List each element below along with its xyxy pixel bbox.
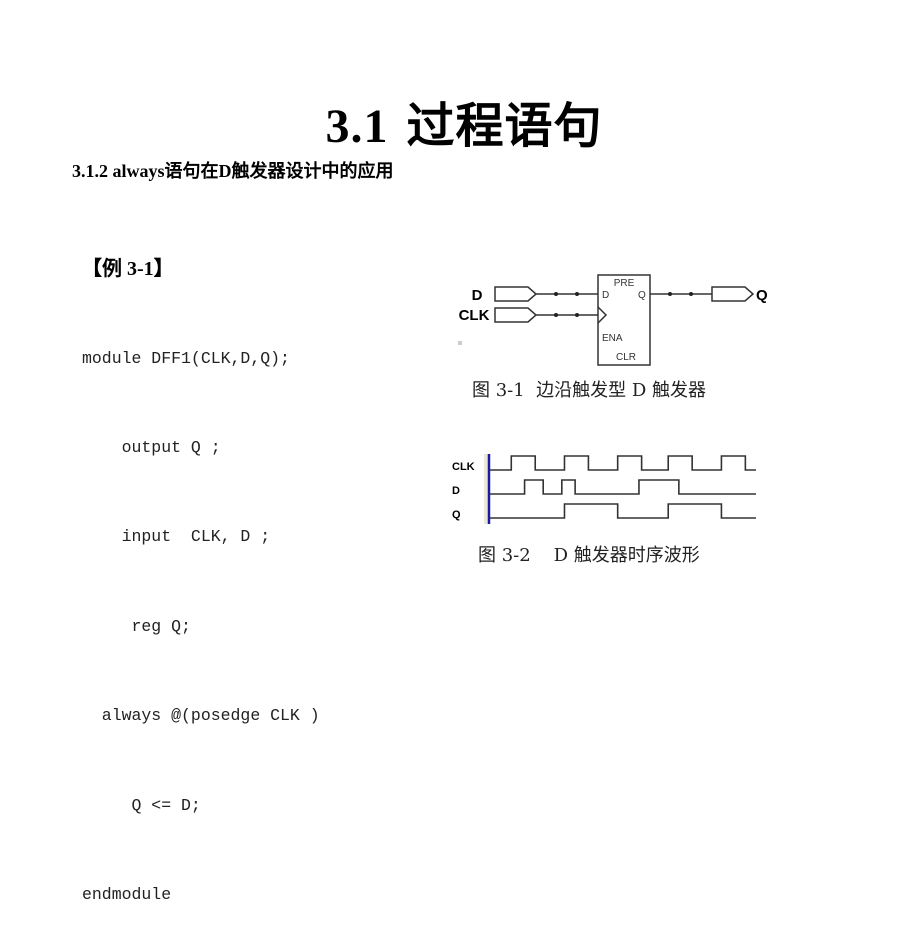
pin-ena: ENA: [602, 333, 623, 344]
output-port-q: [711, 286, 755, 302]
example-label: 【例 3-1】: [82, 258, 174, 280]
waveform-d: [490, 479, 756, 495]
pin-clr: CLR: [616, 352, 636, 363]
signal-label-d: D: [452, 485, 460, 497]
code-block: module DFF1(CLK,D,Q); output Q ; input C…: [82, 284, 320, 940]
title-text: 过程语句: [406, 100, 603, 153]
waveform-q: [490, 503, 756, 519]
pin-d: D: [602, 290, 609, 301]
slide-subtitle: 3.1.2 always语句在D触发器设计中的应用: [72, 161, 394, 181]
output-label-q: Q: [756, 287, 768, 304]
waveform-clk: [490, 455, 756, 471]
slide-title: 3.1 过程语句: [0, 86, 920, 156]
title-number: 3.1: [325, 100, 389, 153]
input-port-clk: [494, 307, 538, 323]
wire-node: [575, 292, 579, 296]
input-port-d: [494, 286, 538, 302]
dff-schematic: D CLK PRE D Q ENA CLR Q: [458, 274, 768, 366]
pin-pre: PRE: [614, 278, 635, 289]
wire-node: [689, 292, 693, 296]
code-line: endmodule: [82, 884, 172, 904]
code-line: always @(posedge CLK ): [82, 706, 320, 726]
pin-q: Q: [638, 290, 646, 301]
figure-caption-3-1: 图 3-1 边沿触发型 D 触发器: [472, 380, 707, 401]
code-line: output Q ;: [82, 437, 221, 457]
timing-diagram: CLK D Q: [452, 454, 756, 524]
wire-node: [554, 292, 558, 296]
figure-caption-3-2: 图 3-2 D 触发器时序波形: [478, 545, 700, 566]
signal-label-clk: CLK: [452, 461, 475, 473]
code-line: input CLK, D ;: [82, 527, 271, 547]
wire-node: [668, 292, 672, 296]
code-line: module DFF1(CLK,D,Q);: [82, 348, 290, 368]
signal-label-q: Q: [452, 509, 461, 521]
input-label-d: D: [472, 287, 483, 304]
code-line: Q <= D;: [82, 795, 201, 815]
input-label-clk: CLK: [459, 307, 490, 324]
code-line: reg Q;: [82, 616, 191, 636]
artifact-dot: [458, 341, 462, 345]
waveform-gutter: [484, 454, 488, 524]
wire-node: [554, 313, 558, 317]
wire-node: [575, 313, 579, 317]
